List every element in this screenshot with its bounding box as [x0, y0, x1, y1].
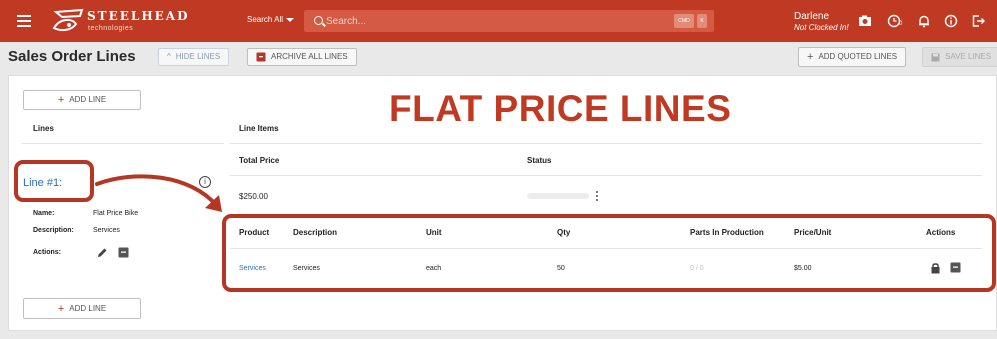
- user-name[interactable]: Darlene: [794, 11, 829, 22]
- name-label: Name:: [33, 210, 55, 217]
- archive-all-lines-button[interactable]: ARCHIVE ALL LINES: [247, 48, 357, 66]
- save-lines-button[interactable]: SAVE LINES: [922, 47, 997, 67]
- divider: [230, 143, 982, 144]
- line-items-header: Line Items: [239, 124, 279, 133]
- logout-icon[interactable]: [971, 14, 985, 28]
- annotation-arrow-icon: [95, 174, 222, 212]
- total-price-value: $250.00: [239, 192, 268, 201]
- brand-name: STEELHEAD: [87, 9, 190, 23]
- chevron-down-icon[interactable]: [286, 18, 294, 22]
- add-quoted-lines-label: ADD QUOTED LINES: [818, 52, 898, 61]
- archive-icon: [256, 52, 266, 62]
- top-bar: STEELHEAD technologies Search All CMD K …: [0, 0, 997, 42]
- status-progress-bar: [527, 193, 589, 199]
- total-price-label: Total Price: [239, 156, 280, 165]
- clock-status: Not Clocked In!: [794, 23, 849, 32]
- brand-subtitle: technologies: [88, 25, 134, 32]
- flat-price-lines-heading: FLAT PRICE LINES: [389, 88, 732, 129]
- save-icon: [931, 53, 940, 61]
- search-icon: [314, 16, 323, 25]
- divider: [22, 143, 224, 144]
- add-line-label: ADD LINE: [69, 303, 107, 313]
- camera-icon[interactable]: [858, 14, 872, 28]
- description-value: Services: [93, 227, 120, 234]
- line-highlight-outline: [14, 160, 94, 202]
- archive-icon[interactable]: [118, 247, 129, 258]
- steelhead-logo-icon[interactable]: [50, 8, 88, 34]
- archive-all-lines-label: ARCHIVE ALL LINES: [271, 52, 348, 61]
- lines-header: Lines: [33, 124, 54, 133]
- plus-icon: +: [57, 302, 65, 315]
- page-title: Sales Order Lines: [8, 48, 136, 65]
- search-box[interactable]: CMD K: [304, 10, 714, 32]
- info-icon[interactable]: [944, 14, 958, 28]
- bell-icon[interactable]: [917, 14, 931, 28]
- save-lines-label: SAVE LINES: [945, 52, 992, 61]
- add-line-button-bottom[interactable]: + ADD LINE: [23, 298, 141, 319]
- shortcut-k-key: K: [697, 14, 707, 28]
- add-line-label: ADD LINE: [69, 95, 107, 104]
- add-quoted-lines-button[interactable]: + ADD QUOTED LINES: [798, 47, 907, 67]
- plus-icon: +: [807, 51, 814, 63]
- hide-lines-button[interactable]: ^ HIDE LINES: [158, 48, 230, 66]
- add-line-button-top[interactable]: + ADD LINE: [23, 90, 141, 110]
- hide-lines-label: HIDE LINES: [175, 52, 221, 61]
- search-input[interactable]: [326, 13, 656, 29]
- menu-icon[interactable]: [17, 15, 31, 27]
- clock-badge: 0: [899, 21, 903, 27]
- shortcut-cmd-key: CMD: [674, 14, 694, 28]
- edit-pencil-icon[interactable]: [97, 247, 108, 258]
- search-scope-select[interactable]: Search All: [247, 15, 283, 24]
- description-label: Description:: [33, 227, 74, 234]
- more-options-icon[interactable]: [596, 191, 599, 202]
- chevron-up-icon: ^: [167, 52, 171, 61]
- divider: [230, 175, 982, 176]
- status-label: Status: [527, 156, 552, 165]
- table-highlight-outline: [222, 214, 996, 292]
- actions-label: Actions:: [33, 249, 61, 256]
- plus-icon: +: [57, 94, 65, 106]
